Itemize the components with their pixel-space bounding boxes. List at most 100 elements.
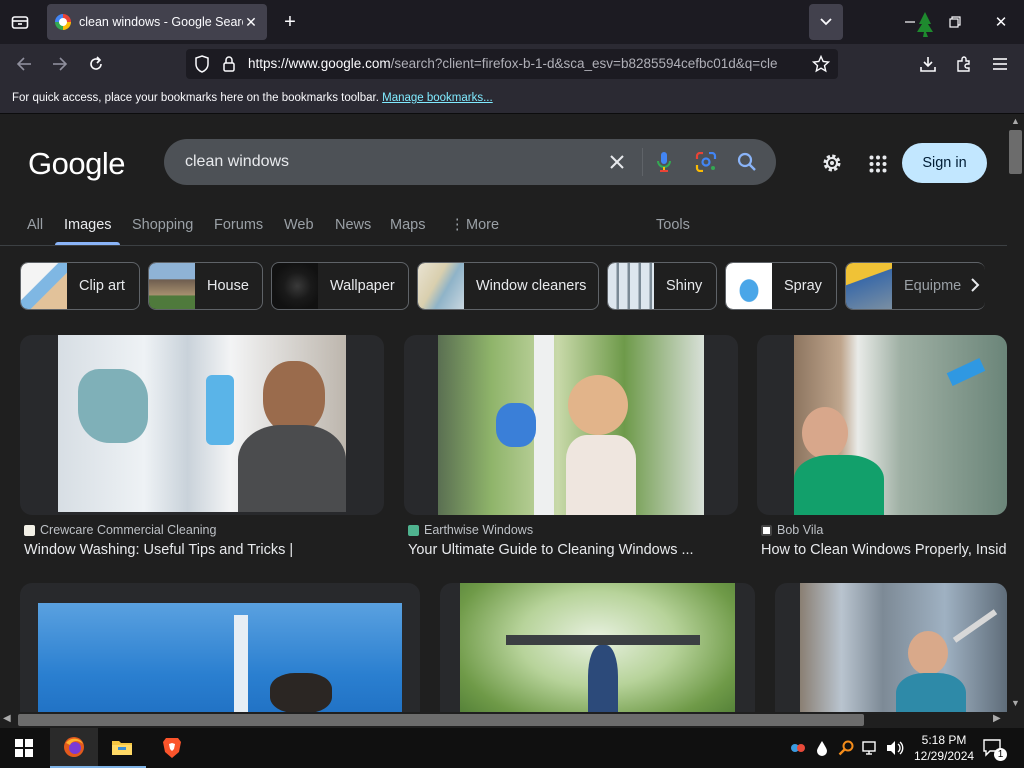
- sign-in-button[interactable]: Sign in: [902, 143, 987, 183]
- tools-button[interactable]: Tools: [656, 217, 690, 233]
- site-favicon-icon: [408, 524, 419, 536]
- new-tab-icon[interactable]: +: [278, 10, 302, 34]
- address-bar[interactable]: https://www.google.com/search?client=fir…: [186, 49, 838, 79]
- back-icon[interactable]: [12, 52, 36, 76]
- bookmarks-toolbar: For quick access, place your bookmarks h…: [0, 84, 1024, 114]
- site-favicon-icon: [24, 524, 35, 536]
- google-results-page: Google clean windows Sign in All Images …: [0, 114, 1007, 712]
- lock-icon[interactable]: [222, 55, 236, 76]
- image-result-5[interactable]: [440, 583, 755, 712]
- result-image-3: [794, 335, 1007, 515]
- network-icon[interactable]: [862, 740, 880, 759]
- result-image-6: [800, 583, 1007, 712]
- chip-thumbnail: [726, 263, 772, 309]
- result-source-1[interactable]: Crewcare Commercial Cleaning: [24, 523, 216, 537]
- chip-equipment[interactable]: Equipme: [845, 262, 985, 310]
- scroll-right-icon[interactable]: ▶: [993, 713, 1001, 724]
- image-result-3[interactable]: [757, 335, 1007, 515]
- tab-images[interactable]: Images: [64, 217, 112, 233]
- notification-count-badge: 1: [994, 748, 1007, 761]
- restore-icon[interactable]: [942, 10, 968, 34]
- browser-tab[interactable]: clean windows - Google Search ✕: [47, 4, 267, 40]
- clear-search-icon[interactable]: [608, 153, 626, 176]
- chip-window-cleaners[interactable]: Window cleaners: [417, 262, 599, 310]
- scroll-down-icon[interactable]: ▼: [1011, 698, 1020, 708]
- chip-thumbnail: [21, 263, 67, 309]
- tab-news[interactable]: News: [335, 217, 371, 233]
- google-apps-icon[interactable]: [869, 155, 887, 178]
- tab-web[interactable]: Web: [284, 217, 314, 233]
- brave-browser-icon[interactable]: [148, 728, 196, 768]
- search-box[interactable]: clean windows: [164, 139, 776, 185]
- result-title-2[interactable]: Your Ultimate Guide to Cleaning Windows …: [408, 542, 738, 558]
- image-result-1[interactable]: [20, 335, 384, 515]
- windows-start-icon[interactable]: [0, 728, 48, 768]
- manage-bookmarks-link[interactable]: Manage bookmarks...: [382, 92, 493, 104]
- result-image-4: [38, 603, 402, 712]
- scroll-up-icon[interactable]: ▲: [1011, 116, 1020, 126]
- chip-thumbnail: [149, 263, 195, 309]
- water-drop-icon[interactable]: [816, 740, 828, 759]
- google-favicon-icon: [55, 14, 71, 30]
- result-source-3[interactable]: Bob Vila: [761, 523, 823, 537]
- chip-clip-art[interactable]: Clip art: [20, 262, 140, 310]
- extensions-icon[interactable]: [952, 52, 976, 76]
- tab-all[interactable]: All: [27, 217, 43, 233]
- horizontal-scrollbar[interactable]: ◀ ▶: [0, 712, 1024, 728]
- horizontal-scroll-thumb[interactable]: [18, 714, 864, 726]
- chip-house[interactable]: House: [148, 262, 263, 310]
- menu-icon[interactable]: [988, 52, 1012, 76]
- more-dots-icon[interactable]: ⋮: [450, 217, 465, 233]
- image-result-6[interactable]: [775, 583, 1007, 712]
- downloads-icon[interactable]: [916, 52, 940, 76]
- result-title-1[interactable]: Window Washing: Useful Tips and Tricks |: [24, 542, 384, 558]
- chip-thumbnail: [608, 263, 654, 309]
- google-logo[interactable]: Google: [28, 146, 125, 182]
- site-favicon-icon: [761, 524, 772, 536]
- clock[interactable]: 5:18 PM 12/29/2024: [914, 732, 974, 764]
- clock-date: 12/29/2024: [914, 749, 975, 763]
- chip-wallpaper[interactable]: Wallpaper: [271, 262, 409, 310]
- tab-more[interactable]: More: [466, 217, 499, 233]
- forward-icon[interactable]: [48, 52, 72, 76]
- settings-gear-icon[interactable]: [821, 152, 843, 179]
- search-divider: [642, 148, 643, 176]
- vertical-scrollbar[interactable]: ▲ ▼: [1007, 114, 1024, 712]
- chip-shiny[interactable]: Shiny: [607, 262, 717, 310]
- image-result-4[interactable]: [20, 583, 420, 712]
- search-tray-icon[interactable]: [838, 740, 854, 759]
- image-result-2[interactable]: [404, 335, 738, 515]
- app-tray-icon[interactable]: [790, 740, 806, 759]
- search-icon[interactable]: [737, 152, 757, 177]
- search-input[interactable]: clean windows: [185, 153, 289, 171]
- chip-spray[interactable]: Spray: [725, 262, 837, 310]
- url-text: https://www.google.com/search?client=fir…: [248, 56, 778, 71]
- voice-search-icon[interactable]: [656, 151, 672, 178]
- result-image-5: [460, 583, 735, 712]
- bookmarks-hint: For quick access, place your bookmarks h…: [12, 92, 379, 104]
- list-tabs-icon[interactable]: [809, 4, 843, 40]
- tab-strip: clean windows - Google Search ✕ + ✕: [0, 0, 1024, 44]
- file-explorer-icon[interactable]: [98, 728, 146, 768]
- lens-search-icon[interactable]: [695, 151, 717, 177]
- close-tab-icon[interactable]: ✕: [243, 14, 259, 31]
- firefox-taskbar-icon[interactable]: [50, 728, 98, 768]
- scroll-left-icon[interactable]: ◀: [3, 713, 11, 724]
- close-window-icon[interactable]: ✕: [988, 10, 1014, 34]
- navigation-toolbar: https://www.google.com/search?client=fir…: [0, 44, 1024, 84]
- vertical-scroll-thumb[interactable]: [1009, 130, 1022, 174]
- tab-maps[interactable]: Maps: [390, 217, 425, 233]
- result-source-2[interactable]: Earthwise Windows: [408, 523, 533, 537]
- tab-manager-icon[interactable]: [6, 10, 34, 34]
- tab-title: clean windows - Google Search: [79, 15, 243, 29]
- taskbar: 5:18 PM 12/29/2024 1: [0, 728, 1024, 768]
- tab-forums[interactable]: Forums: [214, 217, 263, 233]
- shield-icon[interactable]: [194, 55, 210, 76]
- minimize-icon[interactable]: [895, 10, 941, 40]
- bookmark-star-icon[interactable]: [811, 54, 831, 76]
- volume-icon[interactable]: [886, 740, 904, 759]
- chevron-right-icon[interactable]: [969, 276, 981, 299]
- tab-shopping[interactable]: Shopping: [132, 217, 193, 233]
- reload-icon[interactable]: [84, 52, 108, 76]
- result-title-3[interactable]: How to Clean Windows Properly, Inside: [761, 542, 1007, 558]
